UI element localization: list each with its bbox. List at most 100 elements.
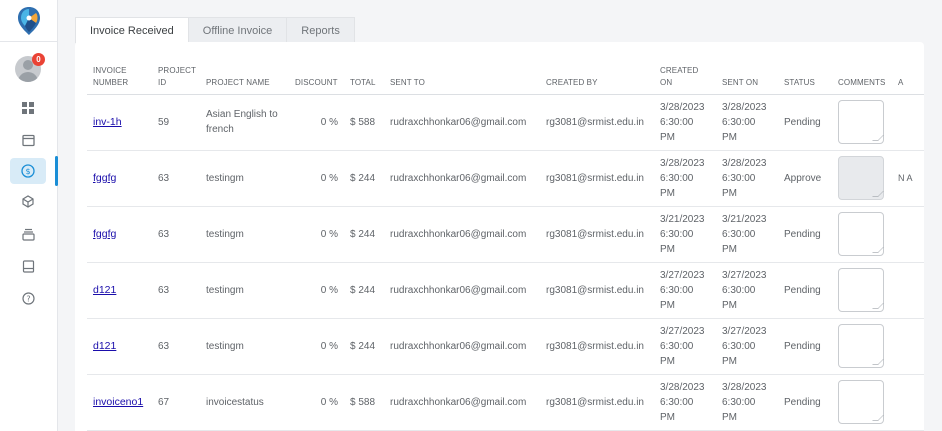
header-sent-on[interactable]: SENT ON <box>716 62 778 95</box>
table-row: invoiceno1 67 invoicestatus 0 % $ 588 ru… <box>87 374 924 431</box>
project-name-cell: Asian English to french <box>200 94 289 151</box>
project-id-cell: 63 <box>152 262 200 319</box>
sidebar-item-archive[interactable] <box>10 221 46 247</box>
header-invoice-number[interactable]: INVOICE NUMBER <box>87 62 152 95</box>
discount-cell: 0 % <box>289 318 344 375</box>
status-cell: Pending <box>778 374 832 431</box>
sent-on-cell: 3/27/2023 6:30:00 PM <box>716 262 778 319</box>
box-icon <box>22 195 34 208</box>
discount-cell: 0 % <box>289 206 344 263</box>
project-name-cell: testingm <box>200 262 289 319</box>
resize-grip-icon <box>872 191 884 197</box>
project-id-cell: 67 <box>152 374 200 431</box>
sidebar-item-calendar[interactable] <box>10 127 46 153</box>
extra-cell: N A <box>892 150 924 207</box>
invoice-number-link[interactable]: fggfg <box>93 228 116 240</box>
comment-textarea <box>838 156 884 200</box>
logo[interactable] <box>0 0 58 42</box>
sidebar-item-dashboard[interactable] <box>10 95 46 121</box>
svg-text:$: $ <box>25 167 30 176</box>
status-cell: Approve <box>778 150 832 207</box>
extra-cell <box>892 262 924 319</box>
document-icon <box>22 259 34 273</box>
resize-grip-icon[interactable] <box>872 135 884 141</box>
project-name-cell: testingm <box>200 318 289 375</box>
tab-bar: Invoice Received Offline Invoice Reports <box>75 17 355 43</box>
project-name-cell: invoicestatus <box>200 374 289 431</box>
sent-to-cell: rudraxchhonkar06@gmail.com <box>384 318 540 375</box>
sent-to-cell: rudraxchhonkar06@gmail.com <box>384 94 540 151</box>
comment-textarea[interactable] <box>838 268 884 312</box>
sent-to-cell: rudraxchhonkar06@gmail.com <box>384 262 540 319</box>
created-on-cell: 3/27/2023 6:30:00 PM <box>654 318 716 375</box>
sidebar-item-document[interactable] <box>10 253 46 279</box>
table-row: inv-1h 59 Asian English to french 0 % $ … <box>87 94 924 151</box>
total-cell: $ 244 <box>344 150 384 207</box>
header-total[interactable]: TOTAL <box>344 62 384 95</box>
invoice-number-link[interactable]: d121 <box>93 340 116 352</box>
total-cell: $ 244 <box>344 318 384 375</box>
invoice-number-link[interactable]: invoiceno1 <box>93 396 143 408</box>
total-cell: $ 244 <box>344 206 384 263</box>
logo-icon <box>18 6 40 35</box>
calendar-icon <box>21 134 35 146</box>
discount-cell: 0 % <box>289 374 344 431</box>
sidebar-item-box[interactable] <box>10 188 46 214</box>
created-on-cell: 3/27/2023 6:30:00 PM <box>654 262 716 319</box>
header-sent-to[interactable]: SENT TO <box>384 62 540 95</box>
comment-textarea[interactable] <box>838 380 884 424</box>
sent-on-cell: 3/21/2023 6:30:00 PM <box>716 206 778 263</box>
created-by-cell: rg3081@srmist.edu.in <box>540 374 654 431</box>
resize-grip-icon[interactable] <box>872 359 884 365</box>
sidebar: 0 $ ? <box>0 0 58 431</box>
resize-grip-icon[interactable] <box>872 247 884 253</box>
archive-icon <box>21 228 35 241</box>
comment-textarea[interactable] <box>838 100 884 144</box>
created-on-cell: 3/28/2023 6:30:00 PM <box>654 94 716 151</box>
table-row: d121 63 testingm 0 % $ 244 rudraxchhonka… <box>87 318 924 375</box>
created-by-cell: rg3081@srmist.edu.in <box>540 318 654 375</box>
dollar-icon: $ <box>21 164 35 178</box>
invoice-number-link[interactable]: d121 <box>93 284 116 296</box>
sidebar-item-payments[interactable]: $ <box>10 158 46 184</box>
extra-cell <box>892 94 924 151</box>
total-cell: $ 244 <box>344 262 384 319</box>
resize-grip-icon[interactable] <box>872 415 884 421</box>
header-project-id[interactable]: PROJECT ID <box>152 62 200 95</box>
sent-on-cell: 3/28/2023 6:30:00 PM <box>716 150 778 207</box>
header-status[interactable]: STATUS <box>778 62 832 95</box>
header-extra[interactable]: A <box>892 62 924 95</box>
dashboard-icon <box>22 102 34 114</box>
invoice-number-link[interactable]: fggfg <box>93 172 116 184</box>
header-project-name[interactable]: PROJECT NAME <box>200 62 289 95</box>
header-created-on[interactable]: CREATED ON <box>654 62 716 95</box>
header-discount[interactable]: DISCOUNT <box>289 62 344 95</box>
svg-text:?: ? <box>26 294 30 303</box>
resize-grip-icon[interactable] <box>872 303 884 309</box>
sent-to-cell: rudraxchhonkar06@gmail.com <box>384 374 540 431</box>
invoice-number-link[interactable]: inv-1h <box>93 116 122 128</box>
tab-reports[interactable]: Reports <box>286 17 355 43</box>
comment-textarea[interactable] <box>838 324 884 368</box>
header-comments[interactable]: COMMENTS <box>832 62 892 95</box>
notification-badge: 0 <box>32 53 45 66</box>
status-cell: Pending <box>778 94 832 151</box>
created-by-cell: rg3081@srmist.edu.in <box>540 150 654 207</box>
discount-cell: 0 % <box>289 94 344 151</box>
user-avatar-button[interactable]: 0 <box>15 53 45 84</box>
status-cell: Pending <box>778 262 832 319</box>
created-by-cell: rg3081@srmist.edu.in <box>540 94 654 151</box>
header-created-by[interactable]: CREATED BY <box>540 62 654 95</box>
extra-cell <box>892 374 924 431</box>
sidebar-item-help[interactable]: ? <box>10 285 46 311</box>
created-by-cell: rg3081@srmist.edu.in <box>540 262 654 319</box>
sent-on-cell: 3/28/2023 6:30:00 PM <box>716 94 778 151</box>
comment-textarea[interactable] <box>838 212 884 256</box>
tab-offline-invoice[interactable]: Offline Invoice <box>187 17 288 43</box>
table-row: fggfg 63 testingm 0 % $ 244 rudraxchhonk… <box>87 206 924 263</box>
table-header-row: INVOICE NUMBER PROJECT ID PROJECT NAME D… <box>87 62 924 95</box>
invoice-table: INVOICE NUMBER PROJECT ID PROJECT NAME D… <box>87 62 924 431</box>
tab-invoice-received[interactable]: Invoice Received <box>75 17 189 43</box>
invoice-table-card: INVOICE NUMBER PROJECT ID PROJECT NAME D… <box>75 42 924 431</box>
discount-cell: 0 % <box>289 262 344 319</box>
